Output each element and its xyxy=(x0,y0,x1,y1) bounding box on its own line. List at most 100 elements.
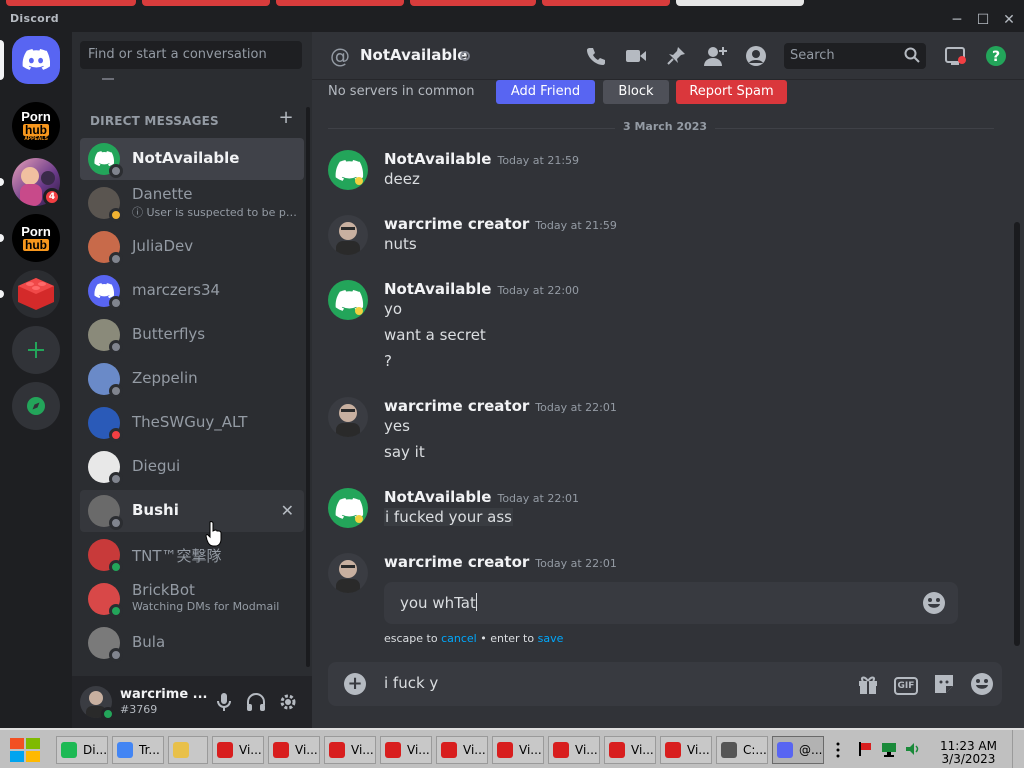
add-friends-to-dm-button[interactable] xyxy=(704,44,728,68)
dm-item[interactable]: BrickBot Watching DMs for Modmail xyxy=(80,578,304,620)
dm-item[interactable]: Butterflys xyxy=(80,314,304,356)
inbox-button[interactable] xyxy=(944,44,968,68)
sticker-button[interactable] xyxy=(932,672,956,696)
dm-name: Bushi xyxy=(132,501,179,519)
edit-message-input[interactable]: you whTat xyxy=(384,582,958,624)
message-author[interactable]: NotAvailable Today at 22:00 xyxy=(384,280,579,298)
network-icon[interactable] xyxy=(881,741,897,757)
message-avatar[interactable] xyxy=(328,215,368,255)
minimize-button[interactable]: ─ xyxy=(944,10,970,30)
taskbar-button[interactable]: Vi... xyxy=(604,736,656,764)
message-composer[interactable]: + i fuck y GIF xyxy=(328,662,1002,706)
message-content: say it xyxy=(384,443,425,461)
attach-plus-button[interactable]: + xyxy=(344,673,366,695)
user-profile-button[interactable] xyxy=(744,44,768,68)
taskbar-button[interactable]: Vi... xyxy=(660,736,712,764)
taskbar-button[interactable]: Vi... xyxy=(324,736,376,764)
message-author[interactable]: warcrime creator Today at 22:01 xyxy=(384,553,617,571)
taskbar-button[interactable]: Di... xyxy=(56,736,108,764)
message-author[interactable]: warcrime creator Today at 22:01 xyxy=(384,397,617,415)
taskbar-button[interactable]: Vi... xyxy=(212,736,264,764)
chat-scrollbar[interactable] xyxy=(1014,222,1020,646)
message-author[interactable]: warcrime creator Today at 21:59 xyxy=(384,215,617,233)
mute-button[interactable] xyxy=(212,690,236,714)
volume-icon[interactable] xyxy=(905,741,921,757)
server-rail: Porn hub APPEALS 4 Porn hub xyxy=(0,32,72,728)
taskbar-clock[interactable]: 11:23 AM 3/3/2023 xyxy=(940,740,997,766)
gif-button[interactable]: GIF xyxy=(894,672,918,696)
search-input[interactable]: Search xyxy=(784,43,926,69)
start-voice-call-button[interactable] xyxy=(584,44,608,68)
add-server-button[interactable] xyxy=(12,326,60,374)
message-avatar[interactable] xyxy=(328,553,368,593)
report-spam-button[interactable]: Report Spam xyxy=(676,80,787,104)
dm-item[interactable]: marczers34 xyxy=(80,270,304,312)
save-edit-link[interactable]: save xyxy=(538,632,564,645)
dm-item[interactable]: NotAvailable xyxy=(80,138,304,180)
create-dm-button[interactable]: + xyxy=(276,108,296,128)
add-friend-button[interactable]: Add Friend xyxy=(496,80,595,104)
message-avatar[interactable] xyxy=(328,397,368,437)
cancel-edit-link[interactable]: cancel xyxy=(441,632,477,645)
user-settings-button[interactable] xyxy=(276,690,300,714)
server-red-brick[interactable] xyxy=(12,270,60,318)
message-avatar[interactable] xyxy=(328,280,368,320)
emoji-button[interactable] xyxy=(970,672,994,696)
home-button[interactable] xyxy=(12,36,60,84)
hand-cursor-icon xyxy=(205,521,222,547)
dm-item[interactable]: TheSWGuy_ALT xyxy=(80,402,304,444)
dm-item[interactable]: JuliaDev xyxy=(80,226,304,268)
taskbar-button[interactable]: Tr... xyxy=(112,736,164,764)
close-button[interactable]: ✕ xyxy=(996,10,1022,30)
deafen-button[interactable] xyxy=(244,690,268,714)
unread-indicator xyxy=(0,178,4,186)
close-dm-icon[interactable]: ✕ xyxy=(281,501,294,520)
status-indicator xyxy=(109,340,123,354)
start-button[interactable] xyxy=(8,736,44,764)
dm-item[interactable]: Bula xyxy=(80,622,304,664)
taskbar-button[interactable] xyxy=(168,736,208,764)
flag-icon[interactable] xyxy=(857,741,873,757)
message-author[interactable]: NotAvailable Today at 21:59 xyxy=(384,150,579,168)
taskbar-button[interactable]: Vi... xyxy=(436,736,488,764)
username[interactable]: warcrime ... xyxy=(120,687,207,702)
dm-item[interactable]: Danette ⓘ User is suspected to be par... xyxy=(80,182,304,224)
start-video-call-button[interactable] xyxy=(624,44,648,68)
find-conversation-input[interactable]: Find or start a conversation xyxy=(80,41,302,69)
taskbar-app-icon xyxy=(273,742,289,758)
taskbar-button[interactable]: C:... xyxy=(716,736,768,764)
server-pornhub[interactable]: Porn hub xyxy=(12,214,60,262)
emoji-icon[interactable] xyxy=(922,591,946,615)
send-gift-button[interactable] xyxy=(856,672,880,696)
dm-scrollbar[interactable] xyxy=(306,107,310,667)
taskbar-button[interactable]: Vi... xyxy=(548,736,600,764)
dm-item[interactable]: Diegui xyxy=(80,446,304,488)
dm-item[interactable]: TNT™突撃隊 xyxy=(80,534,304,576)
dm-item[interactable]: Zeppelin xyxy=(80,358,304,400)
overflow-dots-icon[interactable] xyxy=(835,742,841,758)
pinned-messages-button[interactable] xyxy=(664,44,688,68)
dm-name: Zeppelin xyxy=(132,369,198,387)
windows-logo-icon xyxy=(10,738,40,762)
dm-name: JuliaDev xyxy=(132,237,194,255)
message-avatar[interactable] xyxy=(328,150,368,190)
block-button[interactable]: Block xyxy=(603,80,669,104)
headphones-icon xyxy=(247,693,265,711)
taskbar-button[interactable]: Vi... xyxy=(380,736,432,764)
dm-item[interactable]: Bushi ✕ xyxy=(80,490,304,532)
recipient-name[interactable]: NotAvailable xyxy=(360,46,467,64)
show-desktop-button[interactable] xyxy=(1012,730,1022,768)
sticker-icon xyxy=(935,675,953,693)
dm-name: BrickBot xyxy=(132,581,195,599)
gear-icon xyxy=(280,694,296,710)
server-pornhub-appeals[interactable]: Porn hub APPEALS xyxy=(12,102,60,150)
explore-servers-button[interactable] xyxy=(12,382,60,430)
message-author[interactable]: NotAvailable Today at 22:01 xyxy=(384,488,579,506)
help-button[interactable]: ? xyxy=(984,44,1008,68)
taskbar-button[interactable]: @... xyxy=(772,736,824,764)
taskbar-button[interactable]: Vi... xyxy=(492,736,544,764)
taskbar-button[interactable]: Vi... xyxy=(268,736,320,764)
friends-item-clipped[interactable] xyxy=(102,78,114,80)
message-avatar[interactable] xyxy=(328,488,368,528)
maximize-button[interactable]: ☐ xyxy=(970,10,996,30)
